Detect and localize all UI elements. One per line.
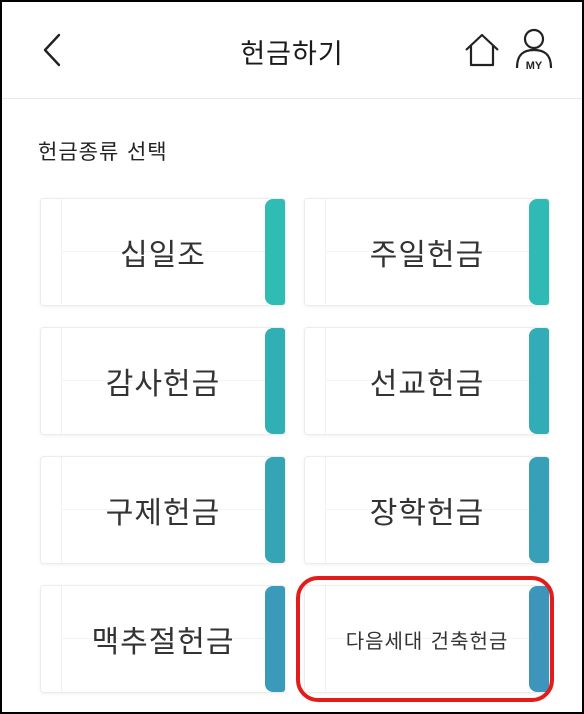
offering-label: 십일조: [120, 238, 206, 273]
offering-card[interactable]: 주일헌금: [304, 198, 550, 306]
offering-label: 감사헌금: [105, 367, 221, 402]
my-label: MY: [526, 60, 543, 72]
card-accent-stripe: [265, 586, 285, 692]
offering-label: 맥추절헌금: [91, 625, 235, 660]
home-button[interactable]: [462, 30, 502, 70]
offering-label: 주일헌금: [369, 238, 485, 273]
offering-card[interactable]: 다음세대 건축헌금: [304, 585, 550, 693]
card-left-edge: [41, 328, 62, 434]
user-my-icon: MY: [515, 28, 553, 72]
card-left-edge: [41, 457, 62, 563]
card-accent-stripe: [265, 199, 285, 305]
card-left-edge: [41, 586, 62, 692]
offering-card[interactable]: 십일조: [40, 198, 286, 306]
app-frame: 헌금하기 MY 헌금종류 선택 십일조 주일헌금감사헌금 선교헌금구제헌금 장학헌금맥…: [0, 0, 584, 714]
card-left-edge: [305, 586, 326, 692]
card-accent-stripe: [265, 328, 285, 434]
card-left-edge: [41, 199, 62, 305]
card-accent-stripe: [265, 457, 285, 563]
card-left-edge: [305, 199, 326, 305]
home-icon: [465, 33, 499, 67]
card-left-edge: [305, 457, 326, 563]
my-page-button[interactable]: MY: [512, 26, 556, 74]
section-title: 헌금종류 선택: [38, 140, 168, 164]
card-left-edge: [305, 328, 326, 434]
offering-card[interactable]: 선교헌금: [304, 327, 550, 435]
offering-label: 구제헌금: [105, 496, 221, 531]
top-header: 헌금하기 MY: [2, 2, 582, 99]
offering-card[interactable]: 장학헌금: [304, 456, 550, 564]
offering-label: 다음세대 건축헌금: [345, 628, 509, 653]
card-accent-stripe: [529, 457, 549, 563]
offering-card[interactable]: 구제헌금: [40, 456, 286, 564]
card-accent-stripe: [529, 199, 549, 305]
card-accent-stripe: [529, 328, 549, 434]
offering-label: 장학헌금: [369, 496, 485, 531]
offering-label: 선교헌금: [369, 367, 485, 402]
offering-card[interactable]: 감사헌금: [40, 327, 286, 435]
offering-card[interactable]: 맥추절헌금: [40, 585, 286, 693]
card-accent-stripe: [529, 586, 549, 692]
